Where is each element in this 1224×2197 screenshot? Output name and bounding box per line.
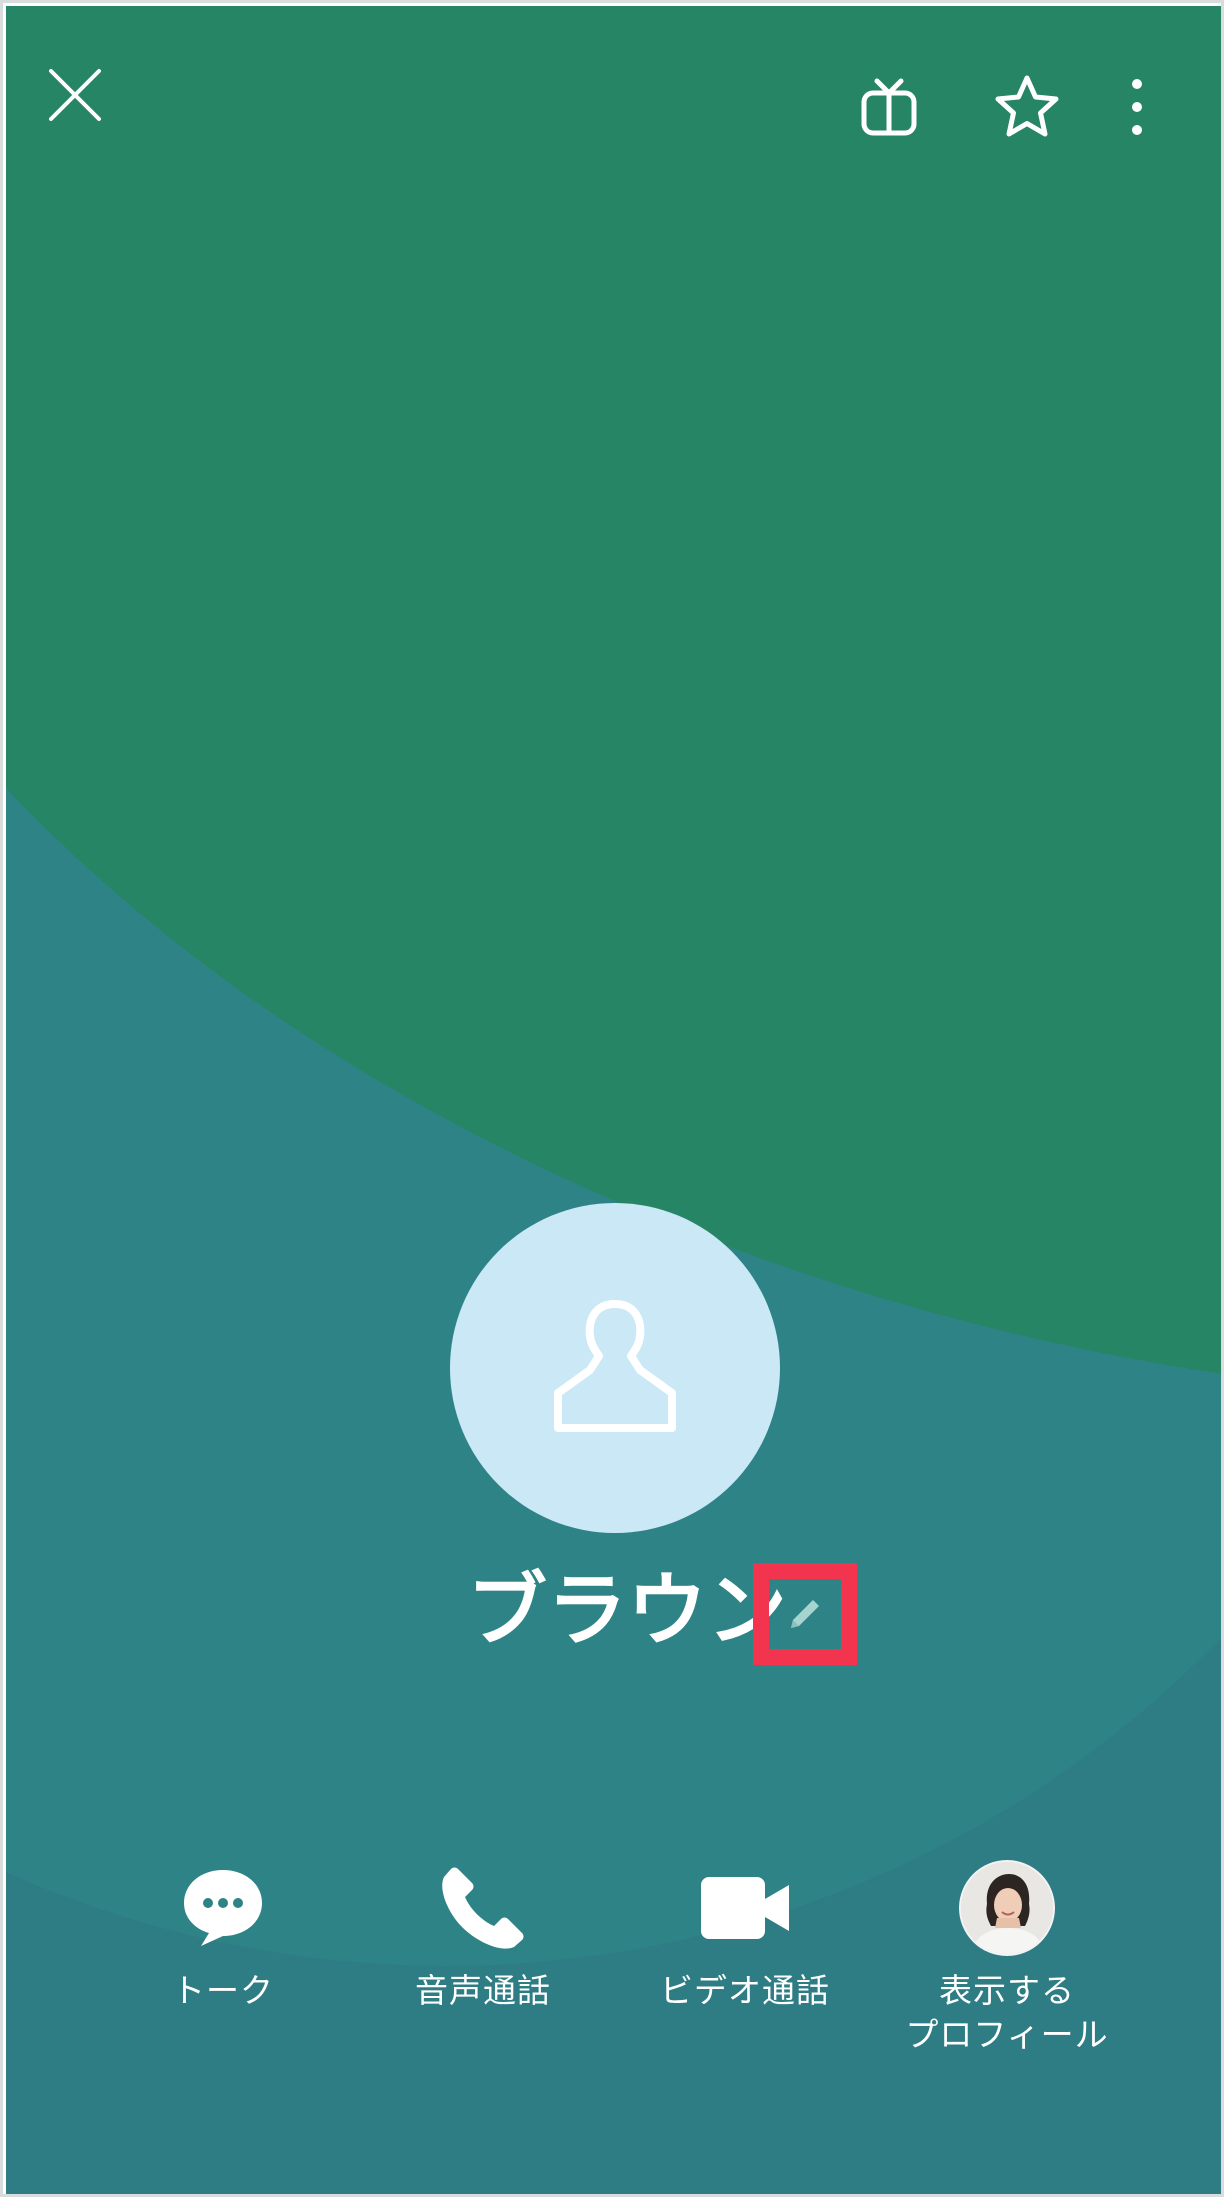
action-voice-call-label: 音声通話: [415, 1971, 551, 2010]
action-voice-call[interactable]: 音声通話: [363, 1853, 603, 2013]
action-display-profile-label-line2: プロフィール: [905, 2015, 1109, 2054]
profile-avatar[interactable]: [450, 1203, 780, 1533]
action-display-profile-label-line1: 表示する: [939, 1971, 1075, 2010]
name-row: ブラウン: [3, 1551, 1221, 1671]
gift-button[interactable]: [849, 67, 929, 147]
video-camera-icon: [701, 1877, 789, 1939]
pencil-icon: [791, 1600, 819, 1628]
action-talk-label: トーク: [172, 1971, 274, 2010]
action-display-profile-label: 表示する プロフィール: [887, 1969, 1127, 2057]
profile-name: ブラウン: [467, 1564, 787, 1657]
profile-photo: [961, 1862, 1053, 1954]
more-options-button[interactable]: [1115, 67, 1159, 147]
action-video-call[interactable]: ビデオ通話: [625, 1853, 865, 2013]
gift-icon: [861, 78, 917, 136]
favorite-button[interactable]: [987, 67, 1067, 147]
chat-bubble-icon: [184, 1870, 262, 1946]
close-icon: [49, 69, 101, 121]
star-icon: [995, 75, 1059, 137]
phone-icon: [442, 1867, 524, 1949]
more-vertical-icon: [1132, 79, 1142, 135]
close-button[interactable]: [33, 53, 117, 137]
profile-photo-thumbnail: [959, 1860, 1055, 1956]
action-video-call-label: ビデオ通話: [660, 1971, 830, 2010]
person-outline-icon: [554, 1300, 676, 1432]
profile-screen: ブラウン トーク 音声通話 ビデオ通話 表示する プロフィール: [0, 0, 1224, 2197]
action-talk[interactable]: トーク: [103, 1853, 343, 2013]
edit-name-button[interactable]: [753, 1563, 857, 1665]
action-display-profile[interactable]: 表示する プロフィール: [887, 1853, 1127, 2057]
